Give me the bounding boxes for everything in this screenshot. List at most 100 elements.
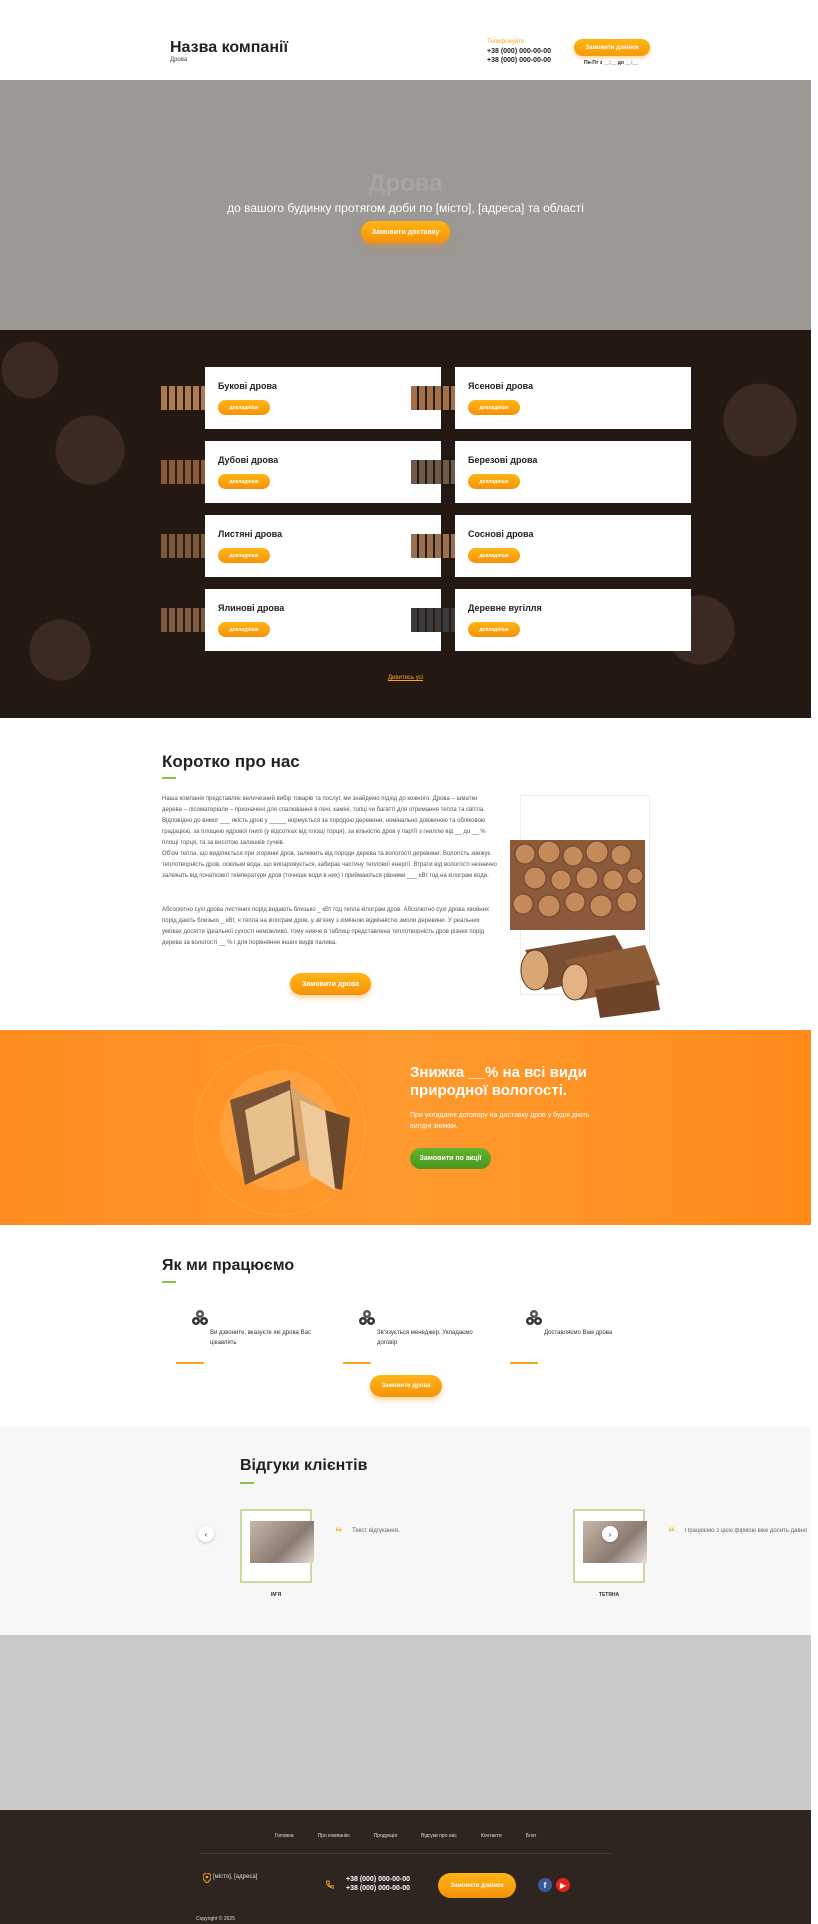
title-underline [162, 777, 176, 779]
product-card[interactable]: Листяні дрова докладніше [205, 515, 441, 577]
about-paragraph: Об'єм тепла, що виділяється при згорянні… [162, 851, 497, 879]
firewood-stack-icon [161, 515, 205, 577]
reviews-section: Відгуки клієнтів ‹ ІМ'Я ❝ Текст відгукання… [0, 1427, 811, 1635]
product-card[interactable]: Дубові дрова докладніше [205, 441, 441, 503]
product-name: Соснові дрова [468, 529, 534, 539]
step-text: Доставляємо Вам дрова [544, 1330, 613, 1336]
working-hours: Пн-Пт з __:__ до __:__ [584, 60, 639, 66]
footer-nav-link[interactable]: Відгуки про нас [421, 1833, 457, 1839]
footer-callback-button[interactable]: Замовити дзвінок [438, 1873, 516, 1898]
order-promo-button[interactable]: Замовити по акції [410, 1148, 491, 1169]
product-details-button[interactable]: докладніше [468, 400, 520, 415]
product-card[interactable]: Ялинові дрова докладніше [205, 589, 441, 651]
step-underline [176, 1362, 204, 1364]
product-name: Дубові дрова [218, 455, 279, 465]
step-underline [343, 1362, 371, 1364]
map-placeholder[interactable] [0, 1635, 811, 1810]
next-arrow-icon[interactable]: › [602, 1526, 618, 1542]
footer-nav-link[interactable]: Блог [526, 1833, 537, 1839]
hero-title: Дрова [368, 170, 443, 197]
discount-text: При укладанні договору на доставку дров … [410, 1112, 590, 1130]
discount-title: Знижка __% на всі види природної вологос… [410, 1064, 587, 1099]
how-title: Як ми працюємо [162, 1257, 295, 1274]
about-title: Коротко про нас [162, 752, 300, 771]
product-details-button[interactable]: докладніше [218, 548, 270, 563]
order-firewood-button[interactable]: Замовити дрова [290, 973, 371, 995]
about-paragraph: Абсолютно сухі дрова листяних порід вида… [162, 907, 489, 946]
hero-section: Дрова до вашого будинку протягом доби по… [0, 80, 811, 330]
youtube-icon[interactable]: ▶ [556, 1878, 570, 1892]
header-phone-1[interactable]: +38 (000) 000-00-00 [487, 48, 551, 55]
firewood-stack-icon [411, 441, 455, 503]
prev-arrow-icon[interactable]: ‹ [198, 1526, 214, 1542]
product-name: Березові дрова [468, 455, 538, 465]
footer-divider [200, 1853, 611, 1854]
firewood-icon [192, 1310, 208, 1325]
step-underline [510, 1362, 538, 1364]
firewood-stack-icon [411, 515, 455, 577]
product-card[interactable]: Деревне вугілля докладніше [455, 589, 691, 651]
company-name[interactable]: Назва компанії [170, 39, 288, 57]
product-card[interactable]: Букові дрова докладніше [205, 367, 441, 429]
review-text: Текст відгукання. [352, 1528, 400, 1534]
facebook-icon[interactable]: f [538, 1878, 552, 1892]
footer-nav: Головна Про компанію Продукція Відгуки про … [0, 1833, 811, 1839]
quote-icon: ❝ [668, 1525, 676, 1539]
review-text: Працюємо з цією фірмою вже досить давно [685, 1528, 808, 1534]
copyright: Copyright © 2025 [196, 1916, 235, 1922]
charcoal-icon [411, 589, 455, 651]
footer-nav-link[interactable]: Головна [275, 1833, 294, 1839]
phones-label: Телефонуйте: [487, 39, 526, 45]
product-card[interactable]: Соснові дрова докладніше [455, 515, 691, 577]
product-name: Ялинові дрова [218, 603, 285, 613]
title-underline [162, 1281, 176, 1283]
product-name: Ясенові дрова [468, 381, 534, 391]
step-item: Ви дзвоните, вказуєте які дрова Вас ціка… [168, 1308, 328, 1368]
review-photo [573, 1509, 647, 1583]
product-card[interactable]: Ясенові дрова докладніше [455, 367, 691, 429]
step-item: Доставляємо Вам дрова [502, 1308, 662, 1368]
order-delivery-button[interactable]: Замовити доставку [361, 221, 450, 243]
header-callback-button[interactable]: Замовити дзвінок [574, 39, 650, 56]
product-details-button[interactable]: докладніше [468, 622, 520, 637]
footer-nav-link[interactable]: Контакти [481, 1833, 502, 1839]
review-name: ТЕТЯНА [598, 1592, 620, 1598]
product-details-button[interactable]: докладніше [218, 400, 270, 415]
phone-icon [326, 1880, 334, 1889]
split-log-image [194, 1044, 366, 1216]
footer-nav-link[interactable]: Про компанію [318, 1833, 350, 1839]
hero-subtitle: до вашого будинку протягом доби по [міст… [227, 201, 584, 215]
firewood-pile-image [510, 840, 660, 1018]
company-subtitle: Дрова [170, 57, 188, 63]
quote-icon: ❝ [335, 1525, 343, 1539]
product-details-button[interactable]: докладніше [218, 474, 270, 489]
review-name: ІМ'Я [270, 1592, 282, 1598]
location-icon [203, 1873, 211, 1883]
firewood-stack-icon [161, 441, 205, 503]
firewood-stack-icon [161, 589, 205, 651]
footer-phone-1[interactable]: +38 (000) 000-00-00 [346, 1876, 410, 1883]
reviews-title: Відгуки клієнтів [240, 1457, 368, 1474]
products-section: Букові дрова докладніше Ясенові дрова докла… [0, 330, 811, 718]
product-details-button[interactable]: докладніше [218, 622, 270, 637]
see-all-link[interactable]: Дивитись усі [0, 675, 811, 681]
product-details-button[interactable]: докладніше [468, 548, 520, 563]
footer-nav-link[interactable]: Продукція [374, 1833, 397, 1839]
step-text: Зв'язується менеджер. Укладаємо договір [377, 1330, 473, 1346]
firewood-icon [526, 1310, 542, 1325]
product-name: Деревне вугілля [468, 603, 542, 613]
order-firewood-button-2[interactable]: Замовити дрова [370, 1375, 442, 1397]
site-footer: Головна Про компанію Продукція Відгуки про … [0, 1810, 811, 1924]
footer-phone-2[interactable]: +38 (000) 000-00-00 [346, 1885, 410, 1892]
discount-section: Знижка __% на всі види природної вологос… [0, 1030, 811, 1225]
step-text: Ви дзвоните, вказуєте які дрова Вас ціка… [210, 1330, 311, 1346]
title-underline [240, 1482, 254, 1484]
product-details-button[interactable]: докладніше [468, 474, 520, 489]
firewood-stack-icon [411, 367, 455, 429]
site-header: Назва компанії Дрова Телефонуйте: +38 (0… [0, 0, 818, 80]
step-item: Зв'язується менеджер. Укладаємо договір [335, 1308, 495, 1368]
header-phone-2[interactable]: +38 (000) 000-00-00 [487, 57, 551, 64]
product-card[interactable]: Березові дрова докладніше [455, 441, 691, 503]
firewood-stack-icon [161, 367, 205, 429]
product-name: Букові дрова [218, 381, 277, 391]
